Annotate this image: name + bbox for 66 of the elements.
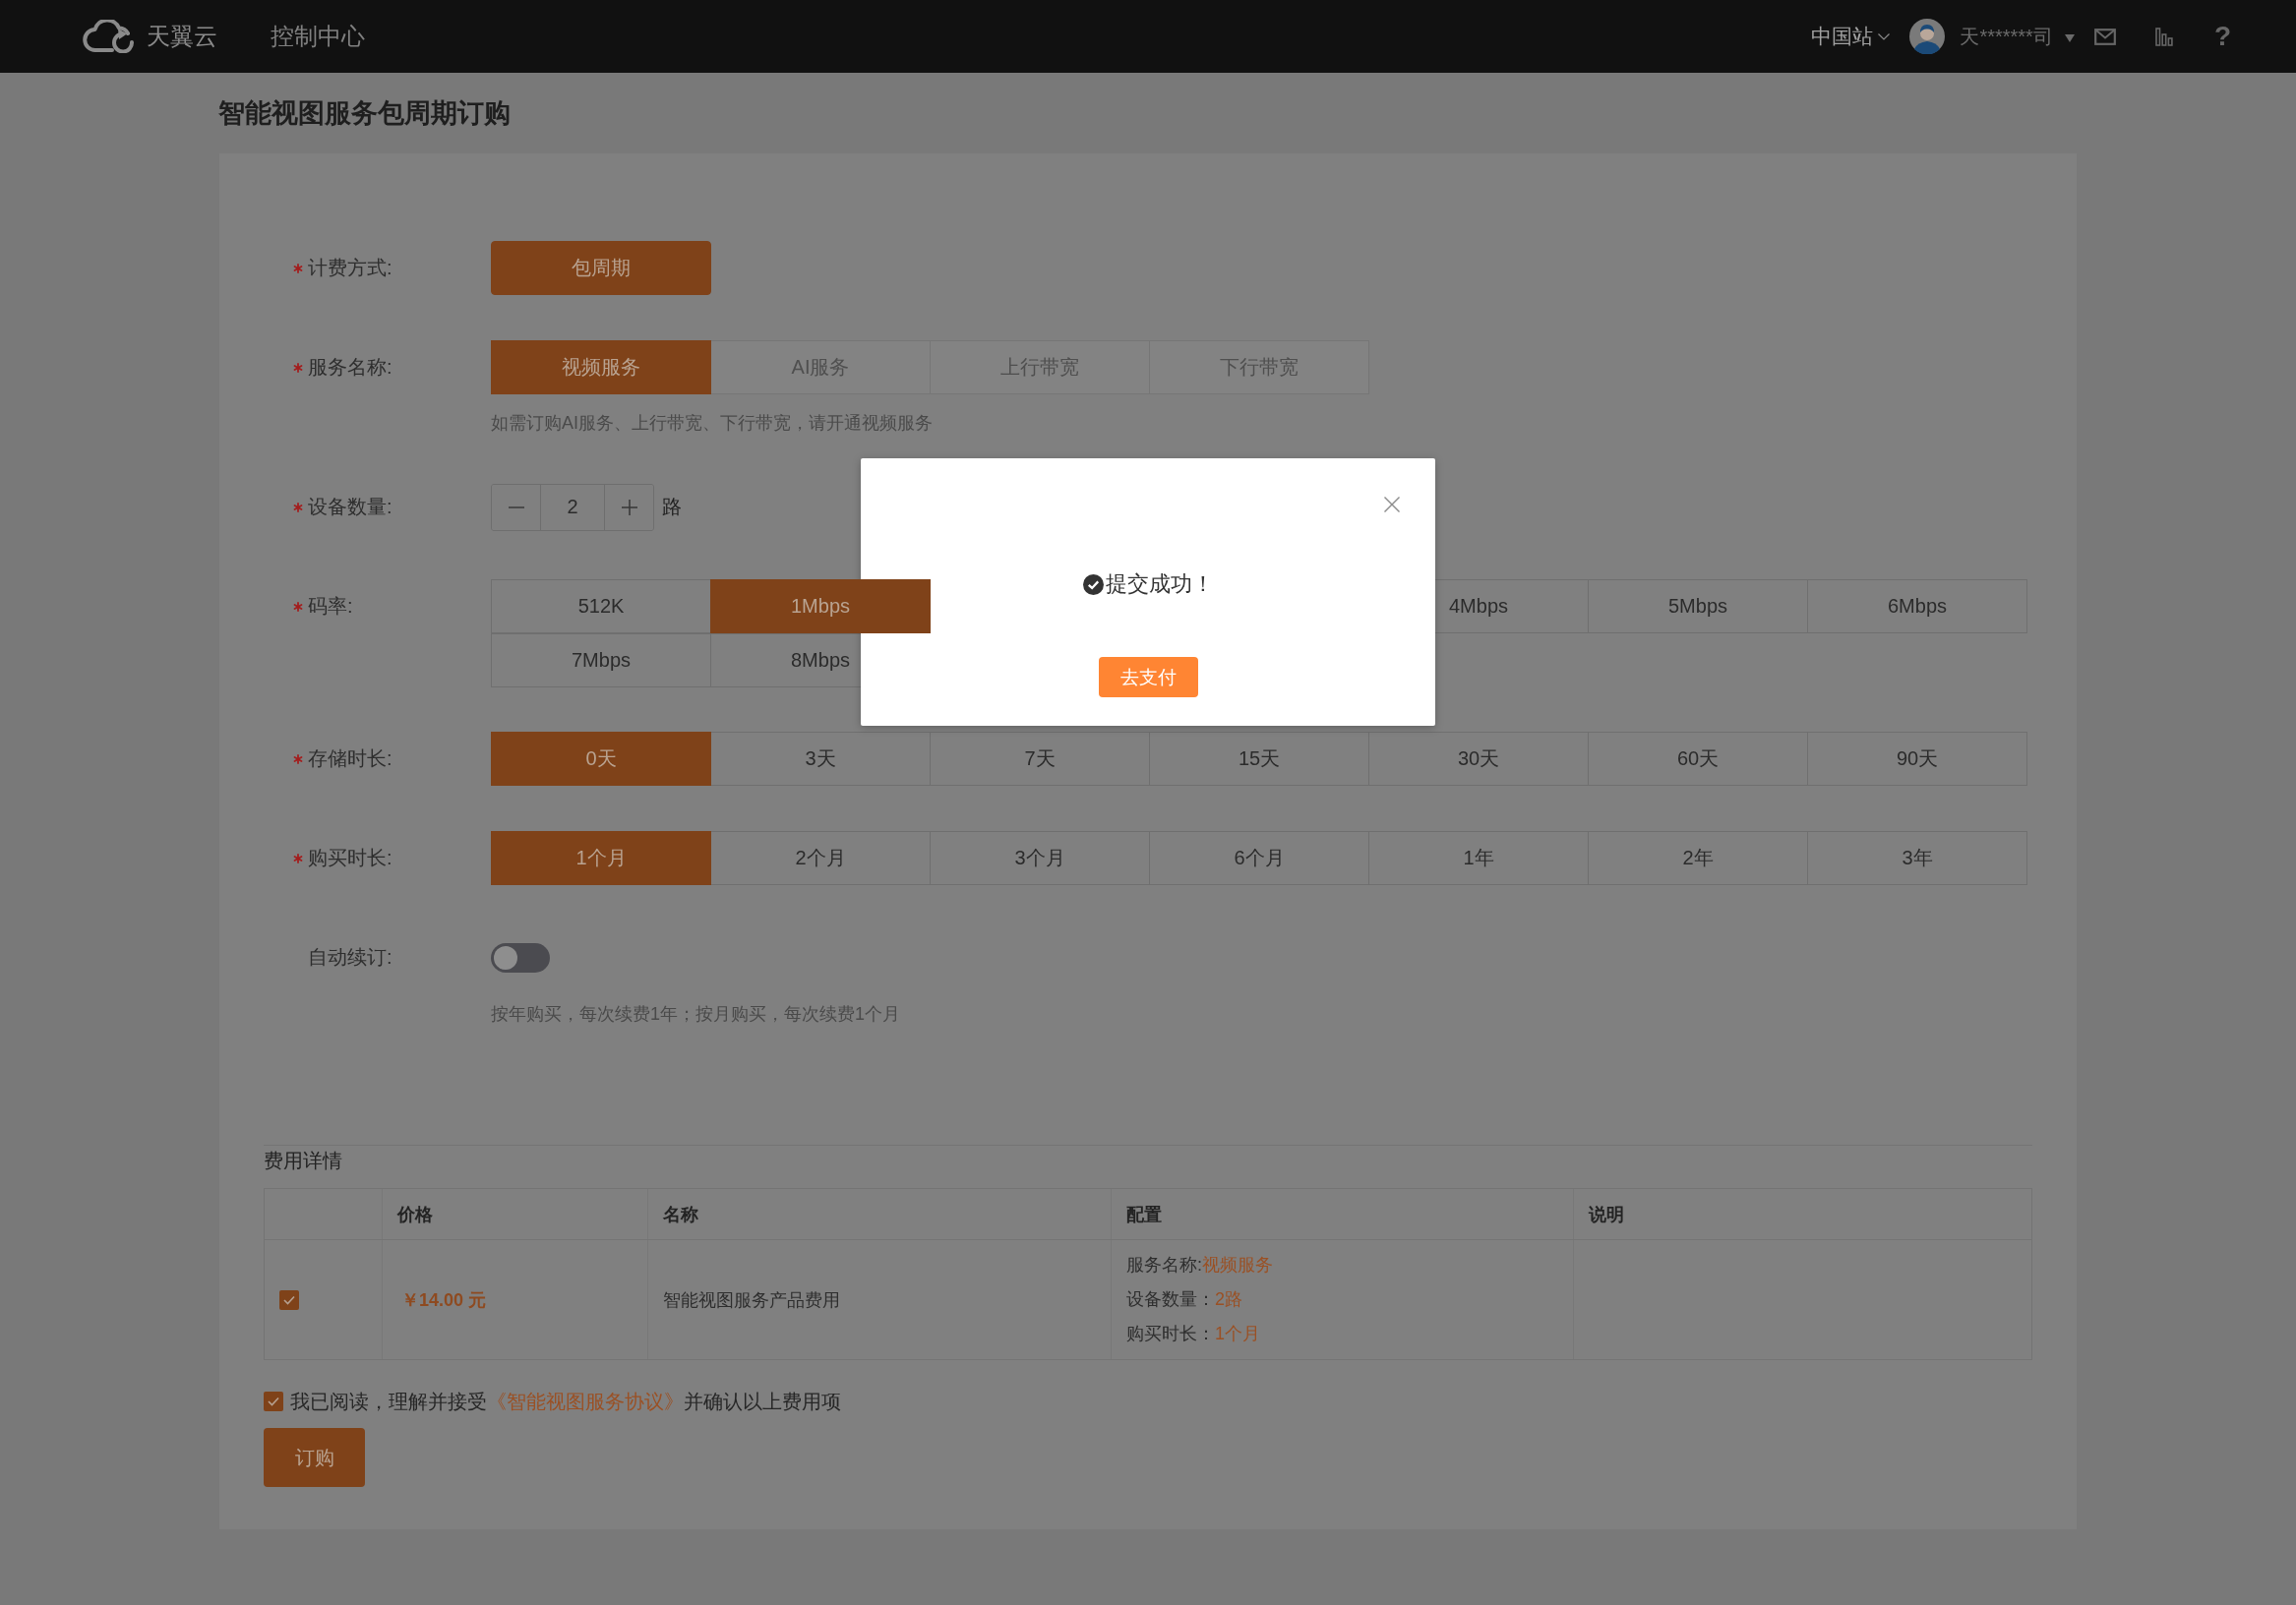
field-label: 设备数量: bbox=[308, 495, 393, 519]
price-cell: ￥14.00 元 bbox=[382, 1240, 647, 1359]
option-button[interactable]: 2个月 bbox=[710, 831, 931, 885]
field-label: 自动续订: bbox=[308, 945, 393, 970]
mail-icon[interactable] bbox=[2093, 28, 2116, 45]
quantity-input[interactable]: 2 bbox=[540, 484, 605, 530]
option-button[interactable]: 30天 bbox=[1368, 732, 1589, 786]
section-title: 费用详情 bbox=[264, 1149, 343, 1172]
option-button[interactable]: 1Mbps bbox=[710, 579, 931, 633]
order-button[interactable]: 订购 bbox=[264, 1428, 365, 1487]
table-cell: 智能视图服务产品费用 bbox=[647, 1240, 1111, 1359]
option-button[interactable]: 包周期 bbox=[491, 241, 711, 295]
option-button[interactable]: 3天 bbox=[710, 732, 931, 786]
check-circle-icon bbox=[1082, 573, 1104, 595]
row-checkbox[interactable] bbox=[279, 1289, 299, 1310]
field-label: 服务名称: bbox=[308, 355, 393, 380]
option-button[interactable]: 1个月 bbox=[491, 831, 711, 885]
option-button[interactable]: 1年 bbox=[1368, 831, 1589, 885]
config-value: 视频服务 bbox=[1202, 1255, 1273, 1275]
page-title: 智能视图服务包周期订购 bbox=[218, 97, 511, 130]
option-button[interactable]: 7Mbps bbox=[491, 633, 711, 687]
field-label: 购买时长: bbox=[308, 846, 393, 870]
config-label: 购买时长： bbox=[1126, 1324, 1215, 1343]
dialog-message: 提交成功！ bbox=[1105, 570, 1214, 598]
column-header: 名称 bbox=[647, 1189, 1111, 1239]
option-button[interactable]: 3年 bbox=[1807, 831, 2027, 885]
config-value: 1个月 bbox=[1215, 1324, 1260, 1343]
option-button[interactable]: 5Mbps bbox=[1588, 579, 1808, 633]
caret-down-icon bbox=[2064, 34, 2075, 42]
option-button[interactable]: 0天 bbox=[491, 732, 711, 786]
option-button[interactable]: 6Mbps bbox=[1807, 579, 2027, 633]
option-button[interactable]: 512K bbox=[491, 579, 711, 633]
quantity-stepper[interactable]: 2 bbox=[491, 483, 654, 531]
bar-chart-icon[interactable] bbox=[2154, 27, 2173, 46]
field-label: 计费方式: bbox=[308, 256, 393, 280]
chevron-down-icon bbox=[1878, 32, 1891, 40]
option-button[interactable]: 15天 bbox=[1149, 732, 1369, 786]
pay-button[interactable]: 去支付 bbox=[1098, 657, 1198, 697]
option-button[interactable]: 视频服务 bbox=[491, 340, 711, 394]
nav-link[interactable]: 控制中心 bbox=[271, 22, 365, 51]
option-button[interactable]: 6个月 bbox=[1149, 831, 1369, 885]
plus-icon bbox=[621, 499, 637, 515]
option-button[interactable]: 90天 bbox=[1807, 732, 2027, 786]
config-label: 服务名称: bbox=[1126, 1255, 1202, 1275]
config-value: 2路 bbox=[1215, 1289, 1242, 1309]
option-button[interactable]: 2年 bbox=[1588, 831, 1808, 885]
minus-icon bbox=[508, 505, 524, 508]
column-header: 配置 bbox=[1111, 1189, 1573, 1239]
agreement-checkbox[interactable] bbox=[264, 1392, 283, 1411]
field-label: 存储时长: bbox=[308, 746, 393, 771]
avatar-icon[interactable] bbox=[1909, 19, 1946, 54]
option-button[interactable]: 60天 bbox=[1588, 732, 1808, 786]
column-header: 价格 bbox=[382, 1189, 647, 1239]
unit-label: 路 bbox=[662, 495, 682, 519]
agreement-text: 我已阅读，理解并接受《智能视图服务协议》并确认以上费用项 bbox=[290, 1390, 841, 1413]
option-button[interactable]: 3个月 bbox=[930, 831, 1150, 885]
column-header: 说明 bbox=[1573, 1189, 2031, 1239]
config-label: 设备数量： bbox=[1126, 1289, 1215, 1309]
help-button[interactable]: ? bbox=[2213, 22, 2231, 51]
field-label: 码率: bbox=[308, 594, 353, 619]
region-selector[interactable]: 中国站 bbox=[1811, 23, 1891, 50]
toggle-switch[interactable] bbox=[491, 942, 550, 973]
option-button[interactable]: 7天 bbox=[930, 732, 1150, 786]
user-menu[interactable]: 天*******司 bbox=[1960, 23, 2075, 50]
logo-text[interactable]: 天翼云 bbox=[147, 22, 217, 51]
close-icon bbox=[1384, 497, 1400, 512]
